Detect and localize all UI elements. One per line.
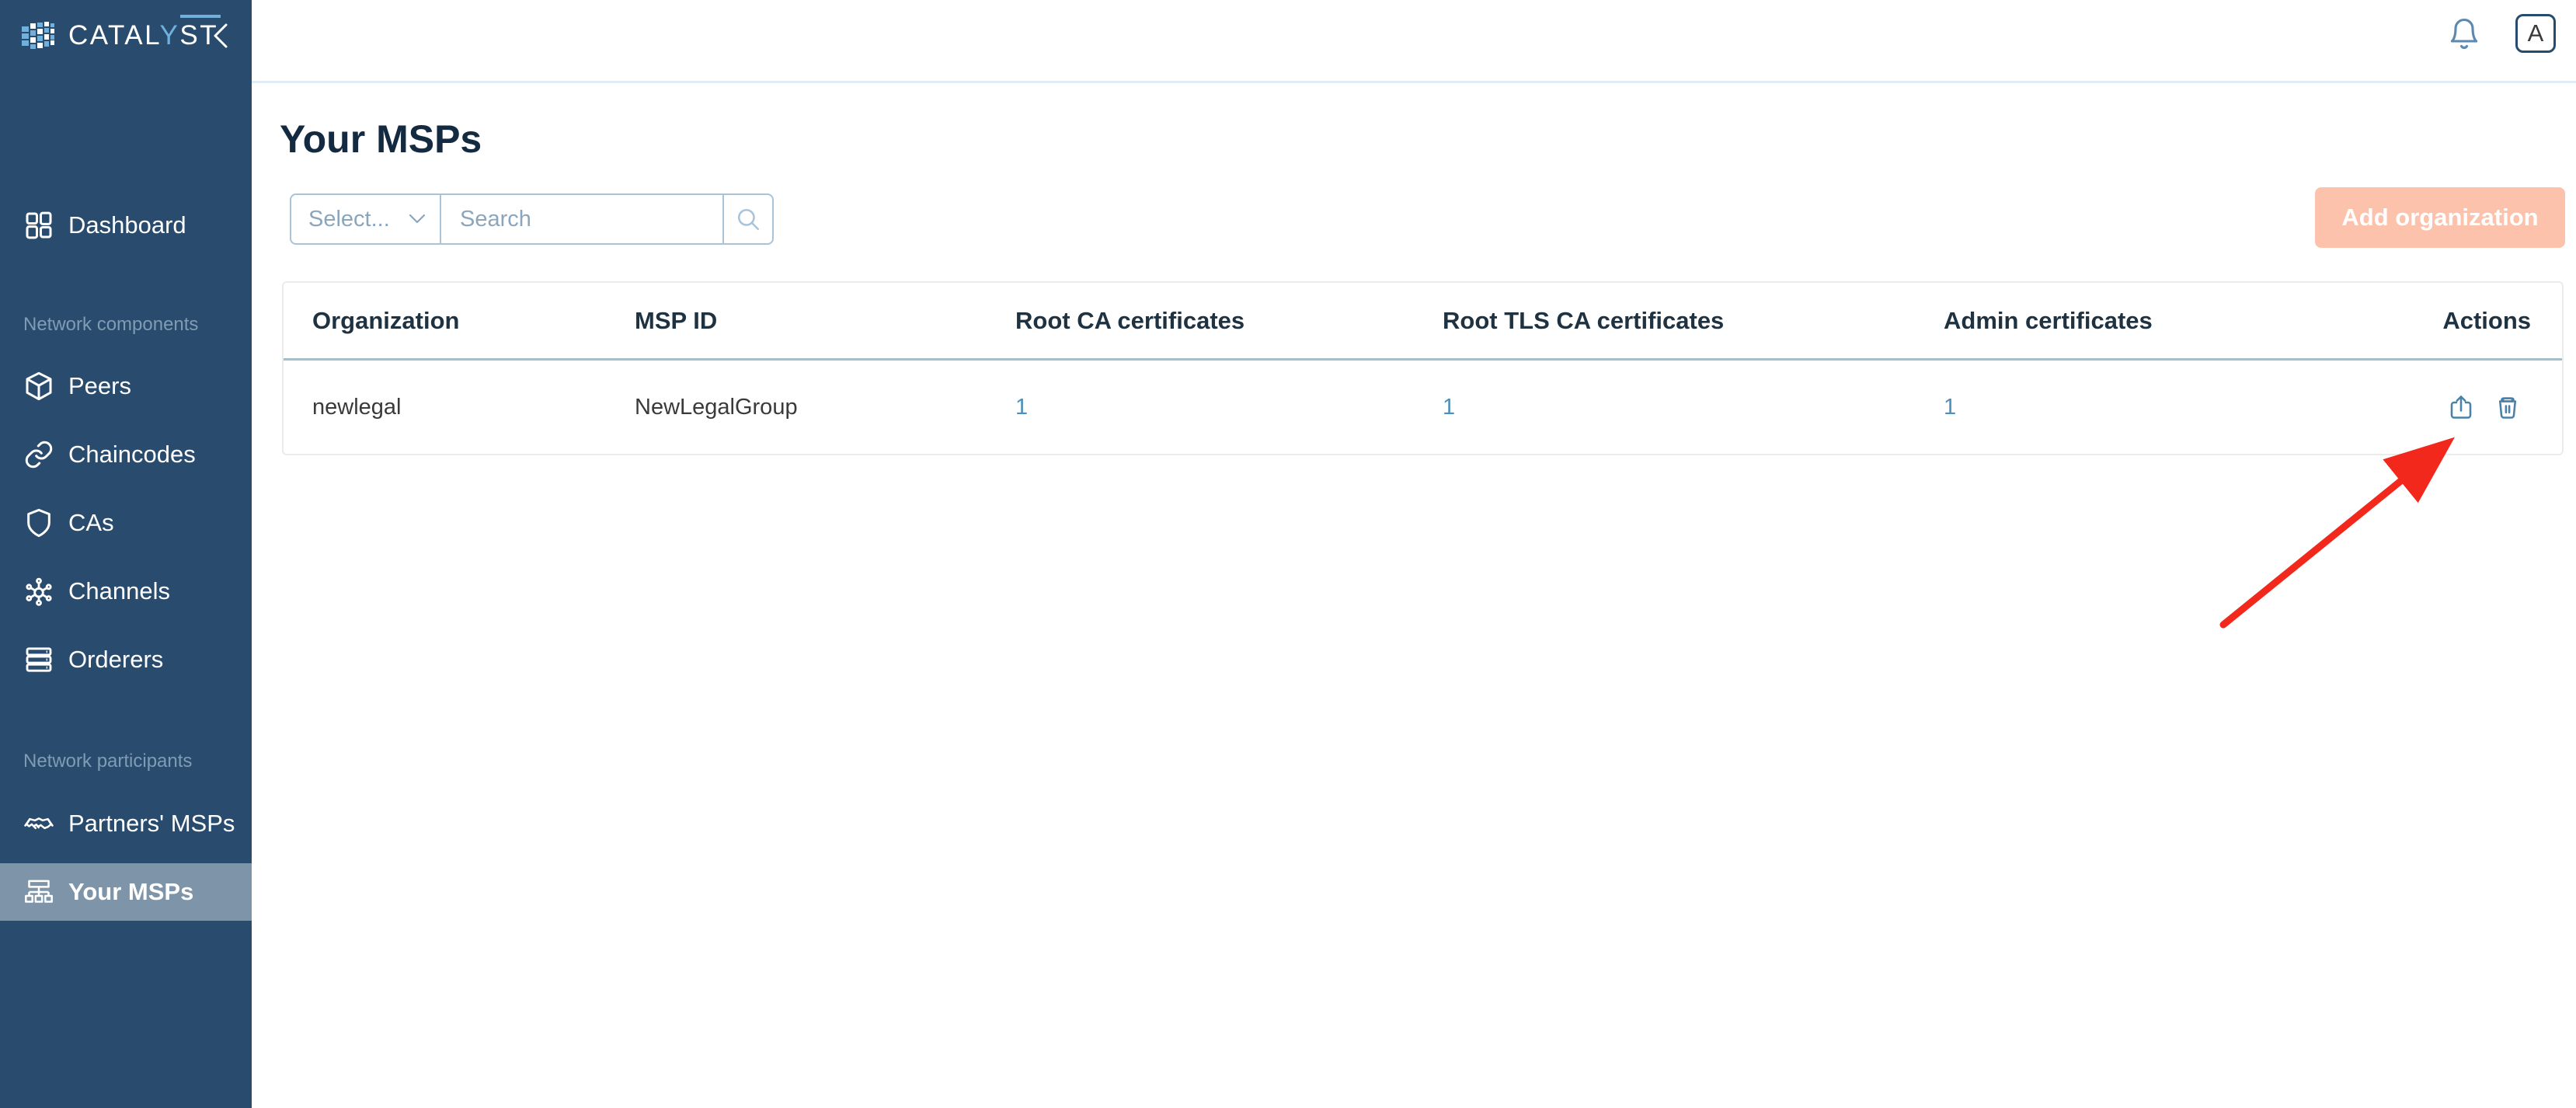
sidebar: CATALYST Dashboard Network components Pe… xyxy=(0,0,252,1108)
filter-bar: Select... xyxy=(290,193,774,245)
sidebar-item-label: Channels xyxy=(68,577,170,605)
sidebar-section-network-components: Network components xyxy=(23,314,198,336)
table-row: newlegal NewLegalGroup 1 1 1 xyxy=(284,361,2562,454)
bell-icon xyxy=(2447,12,2481,53)
cell-msp-id: NewLegalGroup xyxy=(635,395,1015,420)
filter-select-value: Select... xyxy=(308,207,390,232)
cell-organization: newlegal xyxy=(284,395,635,420)
notifications-button[interactable] xyxy=(2447,12,2481,53)
cell-admin-certs-count-link[interactable]: 1 xyxy=(1944,395,2379,420)
brand-name: CATALYST xyxy=(68,20,218,51)
annotation-arrow xyxy=(2206,426,2470,643)
org-chart-icon xyxy=(23,876,54,908)
sidebar-item-label: Orderers xyxy=(68,646,163,674)
column-header-msp-id: MSP ID xyxy=(635,307,1015,335)
sidebar-item-orderers[interactable]: Orderers xyxy=(0,625,252,694)
column-header-organization: Organization xyxy=(284,307,635,335)
cube-icon xyxy=(23,371,54,402)
sidebar-collapse-button[interactable] xyxy=(208,20,233,51)
avatar[interactable]: A xyxy=(2515,14,2556,53)
add-organization-button[interactable]: Add organization xyxy=(2315,187,2565,248)
column-header-actions: Actions xyxy=(2379,307,2562,335)
column-header-root-ca: Root CA certificates xyxy=(1015,307,1443,335)
shield-icon xyxy=(23,507,54,538)
sidebar-item-label: CAs xyxy=(68,509,114,537)
sidebar-item-label: Dashboard xyxy=(68,211,186,239)
dashboard-icon xyxy=(23,210,54,241)
hub-network-icon xyxy=(23,576,54,607)
sidebar-item-peers[interactable]: Peers xyxy=(0,352,252,420)
search-field-wrap xyxy=(441,195,724,243)
export-action-icon[interactable] xyxy=(2447,393,2475,421)
page-title: Your MSPs xyxy=(280,117,482,162)
sidebar-item-chaincodes[interactable]: Chaincodes xyxy=(0,420,252,489)
topbar: A xyxy=(252,0,2576,83)
search-input[interactable] xyxy=(441,195,722,243)
avatar-initial: A xyxy=(2528,19,2544,47)
cell-root-tls-ca-count-link[interactable]: 1 xyxy=(1443,395,1944,420)
brand-cube-icon xyxy=(20,17,57,54)
cell-actions xyxy=(2379,393,2562,421)
chain-link-icon xyxy=(23,439,54,470)
column-header-root-tls-ca: Root TLS CA certificates xyxy=(1443,307,1944,335)
sidebar-item-channels[interactable]: Channels xyxy=(0,557,252,625)
column-header-admin-certs: Admin certificates xyxy=(1944,307,2379,335)
handshake-icon xyxy=(23,808,54,839)
cell-root-ca-count-link[interactable]: 1 xyxy=(1015,395,1443,420)
sidebar-item-label: Partners' MSPs xyxy=(68,810,235,838)
sidebar-item-partners-msps[interactable]: Partners' MSPs xyxy=(0,789,252,858)
sidebar-item-label: Chaincodes xyxy=(68,441,196,469)
search-button[interactable] xyxy=(724,195,772,243)
sidebar-section-network-participants: Network participants xyxy=(23,751,192,772)
msps-table: Organization MSP ID Root CA certificates… xyxy=(282,281,2564,455)
delete-action-icon[interactable] xyxy=(2494,393,2522,421)
sidebar-item-cas[interactable]: CAs xyxy=(0,489,252,557)
chevron-left-icon xyxy=(211,22,231,50)
sidebar-item-dashboard[interactable]: Dashboard xyxy=(0,191,252,260)
sidebar-item-your-msps[interactable]: Your MSPs xyxy=(0,863,252,921)
chevron-down-icon xyxy=(409,214,426,225)
filter-select-dropdown[interactable]: Select... xyxy=(291,195,441,243)
sidebar-item-label: Peers xyxy=(68,372,131,400)
server-stack-icon xyxy=(23,644,54,675)
search-icon xyxy=(735,206,761,232)
sidebar-item-label: Your MSPs xyxy=(68,878,193,906)
table-header-row: Organization MSP ID Root CA certificates… xyxy=(284,283,2562,361)
